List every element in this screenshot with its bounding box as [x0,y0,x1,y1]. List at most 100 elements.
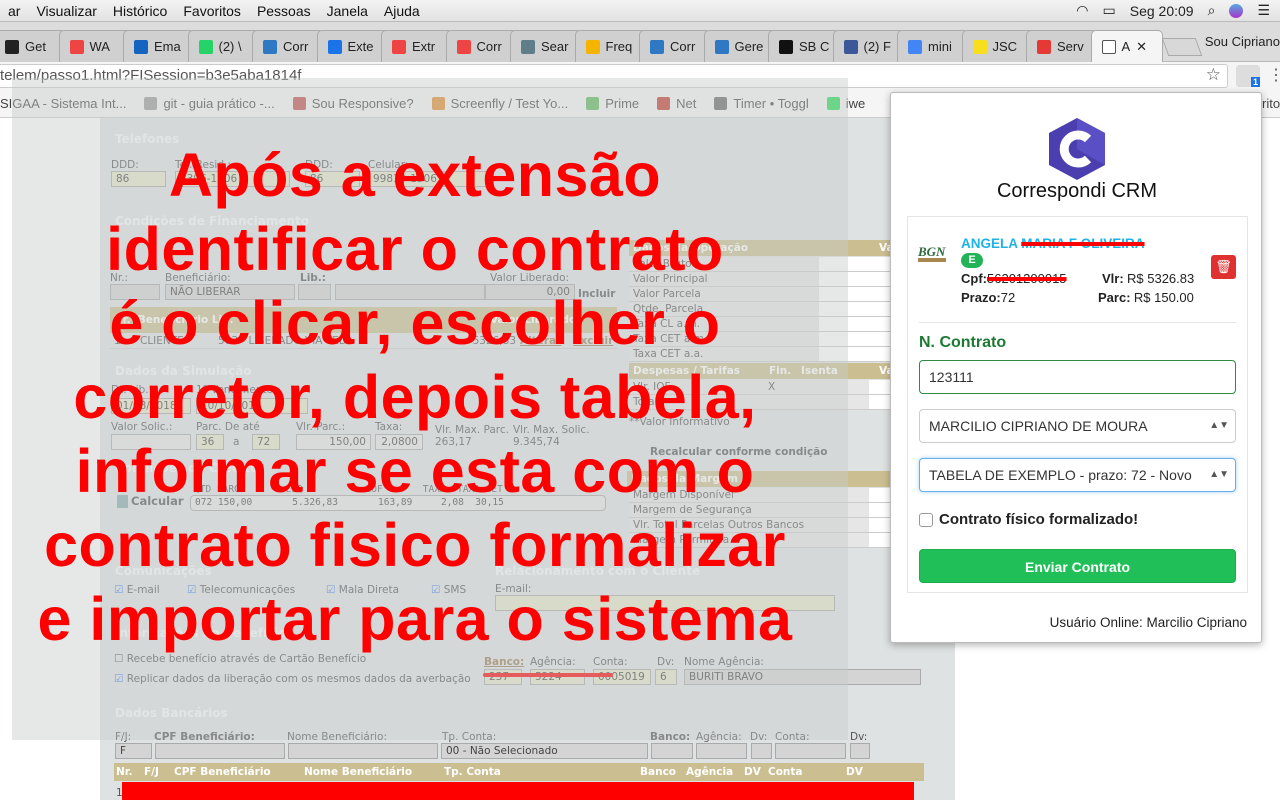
status-badge: E [961,253,983,268]
nome-agencia-label: Nome Agência: [684,656,764,668]
profile-button[interactable]: Sou Cipriano [1205,34,1280,49]
tab-title: (2) F [863,39,891,54]
tp-conta-select[interactable]: 00 - Não Selecionado [441,743,648,759]
menu-item[interactable]: Janela [327,3,368,19]
menu-item[interactable]: Favoritos [183,3,241,19]
banco-input[interactable]: 237 [484,669,522,685]
bookmark-item[interactable]: Sou Responsive? [292,96,414,111]
menu-item[interactable]: Visualizar [36,3,96,19]
column-header: Nr. [116,766,133,778]
browser-tab[interactable]: Ema [123,30,195,62]
conta2-input[interactable] [775,743,846,759]
close-tab-icon[interactable]: ✕ [1136,39,1147,55]
url-input[interactable]: telem/passo1.html?FISession=b3e5aba1814f… [0,64,1228,88]
conta-input[interactable]: 0005019 [593,669,651,685]
bookmark-item[interactable]: Prime [586,96,639,111]
tabela-select[interactable]: TABELA DE EXEMPLO - prazo: 72 - Novo ▲▼ [919,458,1236,492]
tp-conta-label: Tp. Conta: [442,731,497,743]
browser-tab[interactable]: SB C [768,30,840,62]
bookmark-item[interactable]: Net [657,96,696,111]
bancarios-table-header: Nr. F/J CPF Beneficiário Nome Beneficiário T… [114,763,924,781]
banco-link[interactable]: Banco: [484,656,524,668]
cpf-input[interactable] [155,743,285,759]
tab-title: Get [25,39,46,54]
nome-agencia-input[interactable]: BURITI BRAVO [684,669,921,685]
column-header: F/J [144,766,159,778]
bookmark-item[interactable]: Timer • Toggl [714,96,809,111]
bookmark-label: Prime [605,96,640,111]
tab-favicon [263,39,277,54]
browser-tab[interactable]: Serv [1026,30,1098,62]
select-caret-icon: ▲▼ [1209,469,1229,480]
browser-tab[interactable]: Corr [639,30,711,62]
banco2-label: Banco: [650,731,691,743]
bookmark-item[interactable]: SIGAA - Sistema Int... [0,96,126,111]
menu-item[interactable]: Ajuda [384,3,420,19]
browser-tab[interactable]: Extr [381,30,453,62]
browser-tab[interactable]: Freq [574,30,647,62]
browser-tab[interactable]: Sear [510,30,582,62]
bookmark-overflow[interactable]: rito [1262,96,1280,111]
bookmark-item[interactable]: iwe [826,96,865,111]
menu-item[interactable]: Pessoas [257,3,311,19]
dv2-input[interactable] [751,743,772,759]
tab-favicon [779,39,793,54]
new-tab-button[interactable] [1161,38,1203,56]
dv3-label: Dv: [850,731,868,743]
tab-title: JSC [992,39,1018,54]
menu-kebab-icon[interactable]: ⋮ [1268,65,1280,85]
browser-tab[interactable]: A ✕ [1090,30,1163,62]
tab-favicon [585,39,600,54]
bookmark-item[interactable]: git - guia prático -... [144,96,275,111]
enviar-contrato-button[interactable]: Enviar Contrato [919,549,1236,583]
corretor-select[interactable]: MARCILIO CIPRIANO DE MOURA ▲▼ [919,409,1236,443]
agencia-input[interactable]: 5224 [530,669,585,685]
menu-item[interactable]: ar [8,3,20,19]
replicar-checkbox[interactable]: ☑ Replicar dados da liberação com os mes… [114,673,471,685]
browser-tab[interactable]: Exte [316,30,389,62]
contrato-input[interactable]: 123111 [919,360,1236,394]
browser-tab[interactable]: (2) F [832,30,905,62]
trash-icon: 🗑 [1215,259,1232,274]
tab-title: A [1121,39,1131,54]
browser-tab[interactable]: WA [58,30,131,62]
tab-favicon [69,39,84,54]
browser-tab[interactable]: Gere [703,30,776,62]
spotlight-icon[interactable]: ⌕ [1208,2,1216,19]
browser-tab[interactable]: (2) \ [187,30,260,62]
bookmark-item[interactable]: Screenfly / Test Yo... [431,96,568,111]
client-name: ANGELA MARIA F OLIVEIRA [961,236,1145,251]
browser-tab[interactable]: mini [897,30,969,62]
address-bar-row: telem/passo1.html?FISession=b3e5aba1814f… [0,62,1280,90]
battery-icon[interactable]: ▭ [1103,2,1116,19]
nome-input[interactable] [288,743,438,759]
fj-input[interactable]: F [115,743,152,759]
wifi-icon[interactable]: ◠ [1076,2,1088,19]
browser-tab[interactable]: Corr [445,30,518,62]
menu-item[interactable]: Histórico [113,3,167,19]
delete-button[interactable]: 🗑 [1211,255,1236,279]
fisico-checkbox[interactable] [919,512,933,527]
tab-title: (2) \ [218,39,242,54]
tab-title: Sear [541,39,569,54]
column-header: CPF Beneficiário [174,766,271,778]
dv3-input[interactable] [850,743,870,759]
caption-line: contrato fisico formalizar [44,511,786,579]
dv-input[interactable]: 6 [655,669,677,685]
browser-tab[interactable]: JSC [961,30,1034,62]
agencia2-input[interactable] [696,743,747,759]
tab-favicon [392,39,406,54]
bookmark-favicon [144,97,158,110]
siri-icon[interactable] [1229,3,1244,18]
menubar-status: ◠ ▭ Seg 20:09 ⌕ ☰ [1076,2,1270,19]
notification-icon[interactable]: ☰ [1257,2,1270,19]
tab-title: SB C [799,39,830,54]
banco2-input[interactable] [651,743,693,759]
extension-icon[interactable]: 1 [1236,65,1260,87]
tab-title: mini [928,39,952,54]
clock[interactable]: Seg 20:09 [1130,3,1194,19]
browser-tab[interactable]: Get [0,30,66,62]
fisico-checkbox-row[interactable]: Contrato físico formalizado! [919,511,1138,528]
bookmark-star-icon[interactable]: ☆ [1206,65,1221,85]
browser-tab[interactable]: Corr [252,30,324,62]
